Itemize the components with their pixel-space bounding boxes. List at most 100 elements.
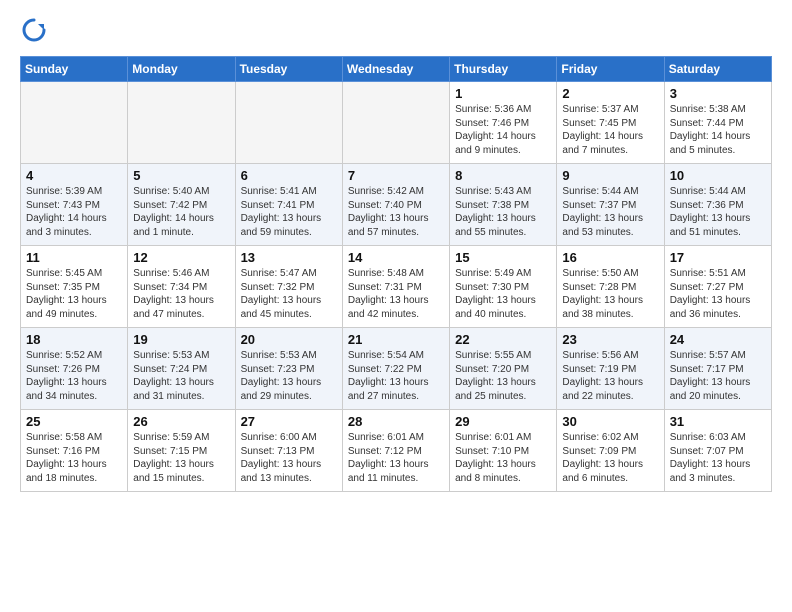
calendar-cell [342,82,449,164]
day-number: 26 [133,414,229,429]
weekday-header-monday: Monday [128,57,235,82]
calendar-cell: 7Sunrise: 5:42 AM Sunset: 7:40 PM Daylig… [342,164,449,246]
day-number: 9 [562,168,658,183]
day-info: Sunrise: 5:36 AM Sunset: 7:46 PM Dayligh… [455,103,551,157]
day-info: Sunrise: 5:52 AM Sunset: 7:26 PM Dayligh… [26,349,122,403]
day-info: Sunrise: 5:46 AM Sunset: 7:34 PM Dayligh… [133,267,229,321]
day-info: Sunrise: 6:01 AM Sunset: 7:10 PM Dayligh… [455,431,551,485]
day-info: Sunrise: 6:03 AM Sunset: 7:07 PM Dayligh… [670,431,766,485]
day-number: 27 [241,414,337,429]
calendar-cell: 6Sunrise: 5:41 AM Sunset: 7:41 PM Daylig… [235,164,342,246]
day-info: Sunrise: 5:56 AM Sunset: 7:19 PM Dayligh… [562,349,658,403]
day-number: 30 [562,414,658,429]
day-number: 21 [348,332,444,347]
calendar-cell: 25 Sunrise: 5:58 AM Sunset: 7:16 PM Dayli… [21,410,128,492]
day-number: 17 [670,250,766,265]
day-info: Sunrise: 5:59 AM Sunset: 7:15 PM Dayligh… [133,431,229,485]
calendar-cell [21,82,128,164]
day-number: 29 [455,414,551,429]
calendar-cell: 31Sunrise: 6:03 AM Sunset: 7:07 PM Dayli… [664,410,771,492]
calendar-cell: 30 Sunrise: 6:02 AM Sunset: 7:09 PM Dayli… [557,410,664,492]
weekday-header-row: SundayMondayTuesdayWednesdayThursdayFrid… [21,57,772,82]
weekday-header-friday: Friday [557,57,664,82]
day-number: 8 [455,168,551,183]
logo [20,16,52,44]
day-number: 5 [133,168,229,183]
calendar-cell: 2 Sunrise: 5:37 AM Sunset: 7:45 PM Daylig… [557,82,664,164]
weekday-header-wednesday: Wednesday [342,57,449,82]
calendar-cell: 3Sunrise: 5:38 AM Sunset: 7:44 PM Daylig… [664,82,771,164]
day-info: Sunrise: 5:44 AM Sunset: 7:36 PM Dayligh… [670,185,766,239]
calendar-row-3: 18 Sunrise: 5:52 AM Sunset: 7:26 PM Dayli… [21,328,772,410]
day-number: 20 [241,332,337,347]
calendar: SundayMondayTuesdayWednesdayThursdayFrid… [20,56,772,492]
calendar-cell: 22Sunrise: 5:55 AM Sunset: 7:20 PM Dayli… [450,328,557,410]
day-info: Sunrise: 5:49 AM Sunset: 7:30 PM Dayligh… [455,267,551,321]
weekday-header-tuesday: Tuesday [235,57,342,82]
calendar-cell: 29 Sunrise: 6:01 AM Sunset: 7:10 PM Dayli… [450,410,557,492]
day-info: Sunrise: 5:48 AM Sunset: 7:31 PM Dayligh… [348,267,444,321]
calendar-cell: 23 Sunrise: 5:56 AM Sunset: 7:19 PM Dayli… [557,328,664,410]
day-info: Sunrise: 5:47 AM Sunset: 7:32 PM Dayligh… [241,267,337,321]
calendar-row-0: 1 Sunrise: 5:36 AM Sunset: 7:46 PM Daylig… [21,82,772,164]
calendar-cell: 1 Sunrise: 5:36 AM Sunset: 7:46 PM Daylig… [450,82,557,164]
day-number: 23 [562,332,658,347]
calendar-cell: 26 Sunrise: 5:59 AM Sunset: 7:15 PM Dayli… [128,410,235,492]
day-number: 4 [26,168,122,183]
day-info: Sunrise: 5:58 AM Sunset: 7:16 PM Dayligh… [26,431,122,485]
day-info: Sunrise: 5:41 AM Sunset: 7:41 PM Dayligh… [241,185,337,239]
day-number: 15 [455,250,551,265]
day-number: 12 [133,250,229,265]
day-number: 28 [348,414,444,429]
calendar-cell: 13Sunrise: 5:47 AM Sunset: 7:32 PM Dayli… [235,246,342,328]
day-info: Sunrise: 5:54 AM Sunset: 7:22 PM Dayligh… [348,349,444,403]
day-number: 14 [348,250,444,265]
day-number: 1 [455,86,551,101]
calendar-cell: 8 Sunrise: 5:43 AM Sunset: 7:38 PM Daylig… [450,164,557,246]
calendar-cell: 28 Sunrise: 6:01 AM Sunset: 7:12 PM Dayli… [342,410,449,492]
calendar-row-2: 11Sunrise: 5:45 AM Sunset: 7:35 PM Dayli… [21,246,772,328]
day-info: Sunrise: 5:37 AM Sunset: 7:45 PM Dayligh… [562,103,658,157]
page: SundayMondayTuesdayWednesdayThursdayFrid… [0,0,792,502]
logo-icon [20,16,48,44]
calendar-cell [128,82,235,164]
day-number: 16 [562,250,658,265]
day-number: 18 [26,332,122,347]
day-info: Sunrise: 6:00 AM Sunset: 7:13 PM Dayligh… [241,431,337,485]
day-info: Sunrise: 6:02 AM Sunset: 7:09 PM Dayligh… [562,431,658,485]
calendar-cell: 5Sunrise: 5:40 AM Sunset: 7:42 PM Daylig… [128,164,235,246]
calendar-cell: 14 Sunrise: 5:48 AM Sunset: 7:31 PM Dayli… [342,246,449,328]
calendar-cell: 24 Sunrise: 5:57 AM Sunset: 7:17 PM Dayli… [664,328,771,410]
day-number: 10 [670,168,766,183]
day-number: 2 [562,86,658,101]
day-number: 25 [26,414,122,429]
calendar-cell: 16 Sunrise: 5:50 AM Sunset: 7:28 PM Dayli… [557,246,664,328]
day-info: Sunrise: 5:53 AM Sunset: 7:24 PM Dayligh… [133,349,229,403]
calendar-cell: 21 Sunrise: 5:54 AM Sunset: 7:22 PM Dayli… [342,328,449,410]
header [20,16,772,44]
day-number: 19 [133,332,229,347]
calendar-cell: 18 Sunrise: 5:52 AM Sunset: 7:26 PM Dayli… [21,328,128,410]
calendar-cell: 12 Sunrise: 5:46 AM Sunset: 7:34 PM Dayli… [128,246,235,328]
day-info: Sunrise: 5:42 AM Sunset: 7:40 PM Dayligh… [348,185,444,239]
calendar-cell [235,82,342,164]
day-info: Sunrise: 5:55 AM Sunset: 7:20 PM Dayligh… [455,349,551,403]
day-info: Sunrise: 5:43 AM Sunset: 7:38 PM Dayligh… [455,185,551,239]
day-info: Sunrise: 6:01 AM Sunset: 7:12 PM Dayligh… [348,431,444,485]
day-info: Sunrise: 5:39 AM Sunset: 7:43 PM Dayligh… [26,185,122,239]
weekday-header-saturday: Saturday [664,57,771,82]
calendar-cell: 15 Sunrise: 5:49 AM Sunset: 7:30 PM Dayli… [450,246,557,328]
day-number: 24 [670,332,766,347]
weekday-header-sunday: Sunday [21,57,128,82]
day-info: Sunrise: 5:53 AM Sunset: 7:23 PM Dayligh… [241,349,337,403]
weekday-header-thursday: Thursday [450,57,557,82]
calendar-row-1: 4 Sunrise: 5:39 AM Sunset: 7:43 PM Daylig… [21,164,772,246]
day-info: Sunrise: 5:57 AM Sunset: 7:17 PM Dayligh… [670,349,766,403]
calendar-cell: 17Sunrise: 5:51 AM Sunset: 7:27 PM Dayli… [664,246,771,328]
day-info: Sunrise: 5:50 AM Sunset: 7:28 PM Dayligh… [562,267,658,321]
day-number: 11 [26,250,122,265]
day-info: Sunrise: 5:38 AM Sunset: 7:44 PM Dayligh… [670,103,766,157]
day-info: Sunrise: 5:44 AM Sunset: 7:37 PM Dayligh… [562,185,658,239]
calendar-cell: 20 Sunrise: 5:53 AM Sunset: 7:23 PM Dayli… [235,328,342,410]
calendar-cell: 19 Sunrise: 5:53 AM Sunset: 7:24 PM Dayli… [128,328,235,410]
